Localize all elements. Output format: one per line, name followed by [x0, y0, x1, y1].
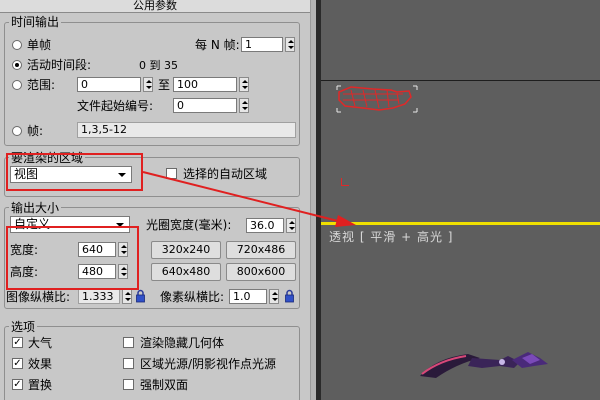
atmospherics-label: 大气 [28, 336, 53, 350]
frames-input[interactable]: 1,3,5-12 [77, 122, 296, 138]
active-segment-range: 0 到 35 [139, 59, 178, 72]
range-to-label: 至 [158, 78, 171, 92]
active-segment-label: 活动时间段: [27, 58, 92, 72]
perspective-viewport-label[interactable]: 透视 [ 平滑 + 高光 ] [329, 228, 454, 245]
image-aspect-label: 图像纵横比: [6, 290, 71, 304]
selected-object-wireframe[interactable] [333, 78, 423, 118]
displacement-label: 置换 [28, 378, 53, 392]
active-segment-radio[interactable] [12, 60, 22, 70]
file-start-number-spinner[interactable] [239, 98, 249, 113]
range-start-spinner[interactable] [143, 77, 153, 92]
output-size-legend: 输出大小 [9, 201, 62, 215]
image-aspect-spinner[interactable] [122, 289, 132, 304]
frames-radio[interactable] [12, 126, 22, 136]
area-lights-as-points-checkbox[interactable] [123, 358, 134, 369]
time-output-legend: 时间输出 [9, 15, 62, 29]
aperture-width-spinner[interactable] [286, 218, 296, 233]
preset-720x486-button[interactable]: 720x486 [226, 241, 296, 259]
render-hidden-geometry-label: 渲染隐藏几何体 [140, 336, 225, 350]
preset-320x240-button[interactable]: 320x240 [151, 241, 221, 259]
preset-800x600-button[interactable]: 800x600 [226, 263, 296, 281]
auto-region-checkbox[interactable] [166, 168, 177, 179]
image-aspect-input[interactable]: 1.333 [78, 289, 120, 304]
every-n-frames-input[interactable]: 1 [241, 37, 283, 52]
frames-label: 帧: [27, 124, 44, 138]
render-area-highlight [6, 153, 143, 191]
lock-icon[interactable] [135, 289, 146, 303]
pixel-aspect-input[interactable]: 1.0 [229, 289, 267, 304]
preset-640x480-button[interactable]: 640x480 [151, 263, 221, 281]
effects-label: 效果 [28, 357, 53, 371]
force-2-sided-label: 强制双面 [140, 378, 189, 392]
render-setup-panel: 公用参数 时间输出 单帧 每 N 帧: 1 活动时间段: 0 到 35 范围: … [0, 0, 310, 400]
atmospherics-checkbox[interactable]: ✓ [12, 337, 23, 348]
pixel-aspect-label: 像素纵横比: [160, 290, 225, 304]
every-n-frames-label: 每 N 帧: [195, 38, 240, 52]
area-lights-as-points-label: 区域光源/阴影视作点光源 [140, 357, 277, 371]
render-hidden-geometry-checkbox[interactable] [123, 337, 134, 348]
range-radio[interactable] [12, 80, 22, 90]
range-label: 范围: [27, 78, 56, 92]
single-frame-radio[interactable] [12, 40, 22, 50]
force-2-sided-checkbox[interactable] [123, 379, 134, 390]
every-n-frames-spinner[interactable] [285, 37, 295, 52]
pixel-aspect-spinner[interactable] [269, 289, 279, 304]
lock-icon[interactable] [284, 289, 295, 303]
single-frame-label: 单帧 [27, 38, 52, 52]
auto-region-label: 选择的自动区域 [183, 167, 268, 181]
options-legend: 选项 [9, 320, 38, 334]
scene-viewports[interactable]: 透视 [ 平滑 + 高光 ] [321, 0, 600, 400]
range-end-input[interactable]: 100 [173, 77, 237, 92]
common-parameters-title[interactable]: 公用参数 [0, 0, 310, 13]
axis-gizmo [341, 178, 349, 186]
output-size-highlight [6, 226, 139, 290]
range-start-input[interactable]: 0 [77, 77, 141, 92]
effects-checkbox[interactable]: ✓ [12, 358, 23, 369]
active-viewport-border [321, 222, 600, 225]
aperture-width-input[interactable]: 36.0 [246, 218, 284, 233]
file-start-number-label: 文件起始编号: [77, 99, 154, 113]
range-end-spinner[interactable] [239, 77, 249, 92]
displacement-checkbox[interactable]: ✓ [12, 379, 23, 390]
blade-model[interactable] [416, 346, 576, 396]
file-start-number-input[interactable]: 0 [173, 98, 237, 113]
aperture-width-label: 光圈宽度(毫米): [146, 218, 232, 232]
